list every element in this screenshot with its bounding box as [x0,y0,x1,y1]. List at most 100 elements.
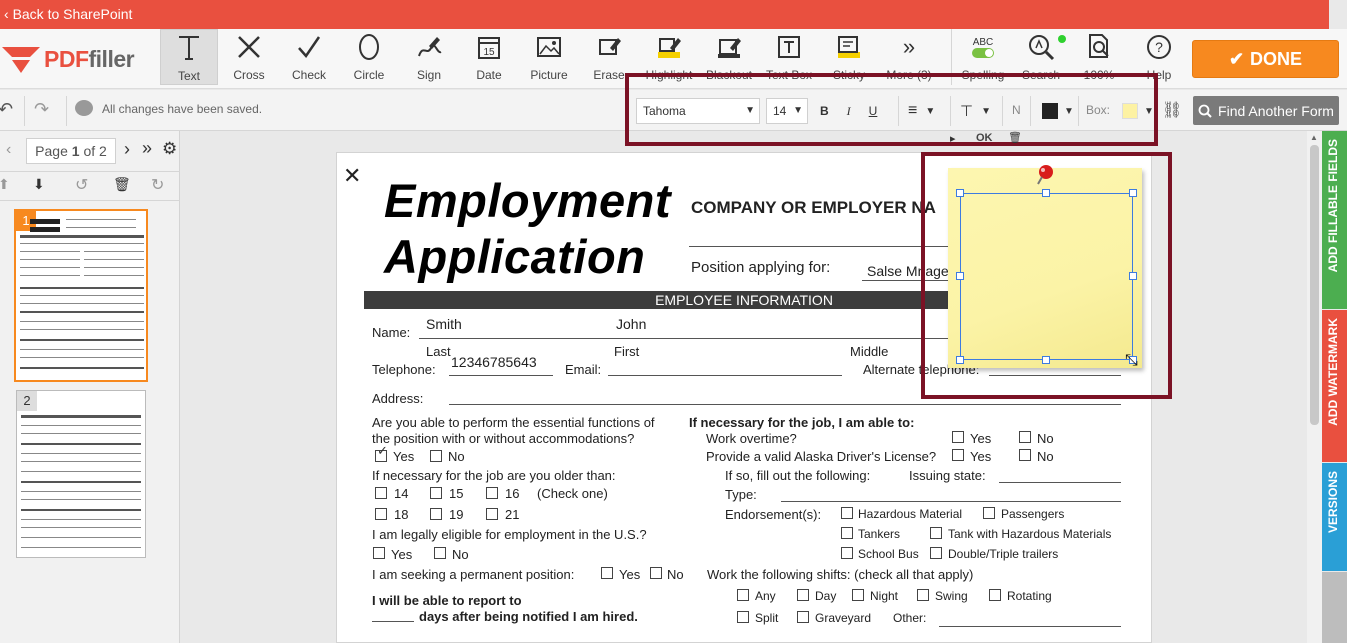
search-icon [1029,35,1055,61]
address-label: Address: [372,391,424,406]
checkbox-license-yes[interactable] [952,449,964,461]
page-thumbnail-1[interactable]: 1 [14,209,148,382]
rotate-right-icon[interactable]: ↻ [151,175,164,195]
page-indicator[interactable]: Page 1 of 2 [26,138,116,164]
blackout-icon [718,38,741,58]
email-label: Email: [565,362,602,377]
doc-title-line1: Employment [384,174,672,227]
checkbox-age-16[interactable] [486,487,498,499]
pdffiller-logo-icon [2,47,40,73]
more-icon: » [902,34,916,59]
checkbox-overtime-yes[interactable] [952,431,964,443]
help-icon: ? [1147,35,1171,59]
tab-add-watermark[interactable]: ADD WATERMARK [1322,310,1347,462]
page-thumbnail-2[interactable]: 2 [16,390,146,558]
tab-versions[interactable]: VERSIONS [1322,463,1347,571]
check-icon: ✔ [1228,48,1245,69]
last-name-field[interactable]: Smith [426,316,462,332]
link-icon[interactable]: ⛓ [1162,100,1182,120]
checkbox-age-14[interactable] [375,487,387,499]
checkbox-tankers[interactable] [841,527,853,539]
checkbox-school-bus[interactable] [841,547,853,559]
checkbox-overtime-no[interactable] [1019,431,1031,443]
trash-icon[interactable]: 🗑 [113,176,131,193]
scroll-up-icon[interactable]: ▲ [1310,133,1318,142]
checkbox-q3-no[interactable] [434,547,446,559]
checkbox-shift-night[interactable] [852,589,864,601]
checkbox-q4-no[interactable] [650,567,662,579]
gear-icon[interactable]: ⚙ [162,139,177,159]
checkmark-icon: ✓ [377,443,388,458]
comment-icon [75,100,93,116]
q-permanent: I am seeking a permanent position: [372,567,575,582]
checkbox-shift-any[interactable] [737,589,749,601]
tool-date[interactable]: 15 Date [460,29,518,85]
search-icon [1198,104,1212,118]
checkbox-license-no[interactable] [1019,449,1031,461]
logo-text-filler: filler [88,45,135,72]
circle-icon [359,34,379,60]
tool-circle[interactable]: Circle [340,29,398,85]
done-button[interactable]: ✔ DONE [1192,40,1339,78]
q-legally-eligible: I am legally eligible for employment in … [372,527,647,542]
tool-sign[interactable]: Sign [400,29,458,85]
find-another-form-button[interactable]: Find Another Form [1193,96,1339,125]
checkbox-q3-yes[interactable] [373,547,385,559]
tool-cross[interactable]: Cross [220,29,278,85]
move-cursor-icon[interactable]: ▸ [950,132,956,145]
q-report: I will be able to report to [372,593,522,608]
tab-add-fillable-fields[interactable]: ADD FILLABLE FIELDS [1322,131,1347,309]
checkbox-age-15[interactable] [430,487,442,499]
undo-icon[interactable]: ↶ [0,99,13,120]
checkbox-age-21[interactable] [486,508,498,520]
r-license: Provide a valid Alaska Driver's License? [706,449,937,464]
checkbox-shift-split[interactable] [737,611,749,623]
highlight-icon [658,38,681,58]
move-down-icon[interactable]: ⬇ [33,176,45,193]
checkbox-age-19[interactable] [430,508,442,520]
tool-picture[interactable]: Picture [520,29,578,85]
rotate-left-icon[interactable]: ↺ [75,175,88,195]
close-icon[interactable]: ✕ [343,163,361,189]
double-chevron-right-icon[interactable]: » [142,138,152,159]
checkbox-passengers[interactable] [983,507,995,519]
checkbox-q1-yes[interactable]: ✓ [375,443,388,462]
sticky-ok-button[interactable]: OK [976,132,993,144]
middle-label: Middle [850,344,889,359]
telephone-field[interactable]: 12346785643 [451,354,537,370]
svg-text:15: 15 [483,47,495,58]
save-status: All changes have been saved. [102,102,263,116]
last-label: Last [426,344,451,359]
chevron-right-icon[interactable]: › [124,139,130,160]
checkbox-hazardous[interactable] [841,507,853,519]
position-label: Position applying for: [691,259,831,276]
highlight-format-box [625,73,1158,146]
checkbox-tank-hazardous[interactable] [930,527,942,539]
tool-check[interactable]: Check [280,29,338,85]
move-up-icon[interactable]: ⬆ [0,176,10,193]
redo-icon[interactable]: ↷ [34,99,49,120]
checkbox-shift-rotating[interactable] [989,589,1001,601]
checkbox-q4-yes[interactable] [601,567,613,579]
checkbox-double-triple[interactable] [930,547,942,559]
tool-text[interactable]: Text [160,29,218,85]
checkbox-age-18[interactable] [375,508,387,520]
chevron-left-icon[interactable]: ‹ [6,141,11,159]
scrollbar-thumb[interactable] [1310,145,1319,425]
checkbox-shift-swing[interactable] [917,589,929,601]
checkbox-shift-graveyard[interactable] [797,611,809,623]
checkbox-shift-day[interactable] [797,589,809,601]
cross-icon [238,36,260,58]
status-dot-icon [1058,35,1066,43]
checkbox-q1-no[interactable] [430,450,442,462]
q-essential-functions-2: the position with or without accommodati… [372,431,635,446]
vertical-scrollbar[interactable]: ▲ [1307,131,1322,643]
q-older-than: If necessary for the job are you older t… [372,468,616,483]
erase-icon [599,38,621,55]
back-to-sharepoint-link[interactable]: ‹ Back to SharePoint [4,6,132,22]
sticky-icon [838,36,860,58]
name-label: Name: [372,325,411,340]
sticky-delete-icon[interactable]: 🗑 [1008,131,1022,144]
first-label: First [614,344,640,359]
first-name-field[interactable]: John [616,316,646,332]
